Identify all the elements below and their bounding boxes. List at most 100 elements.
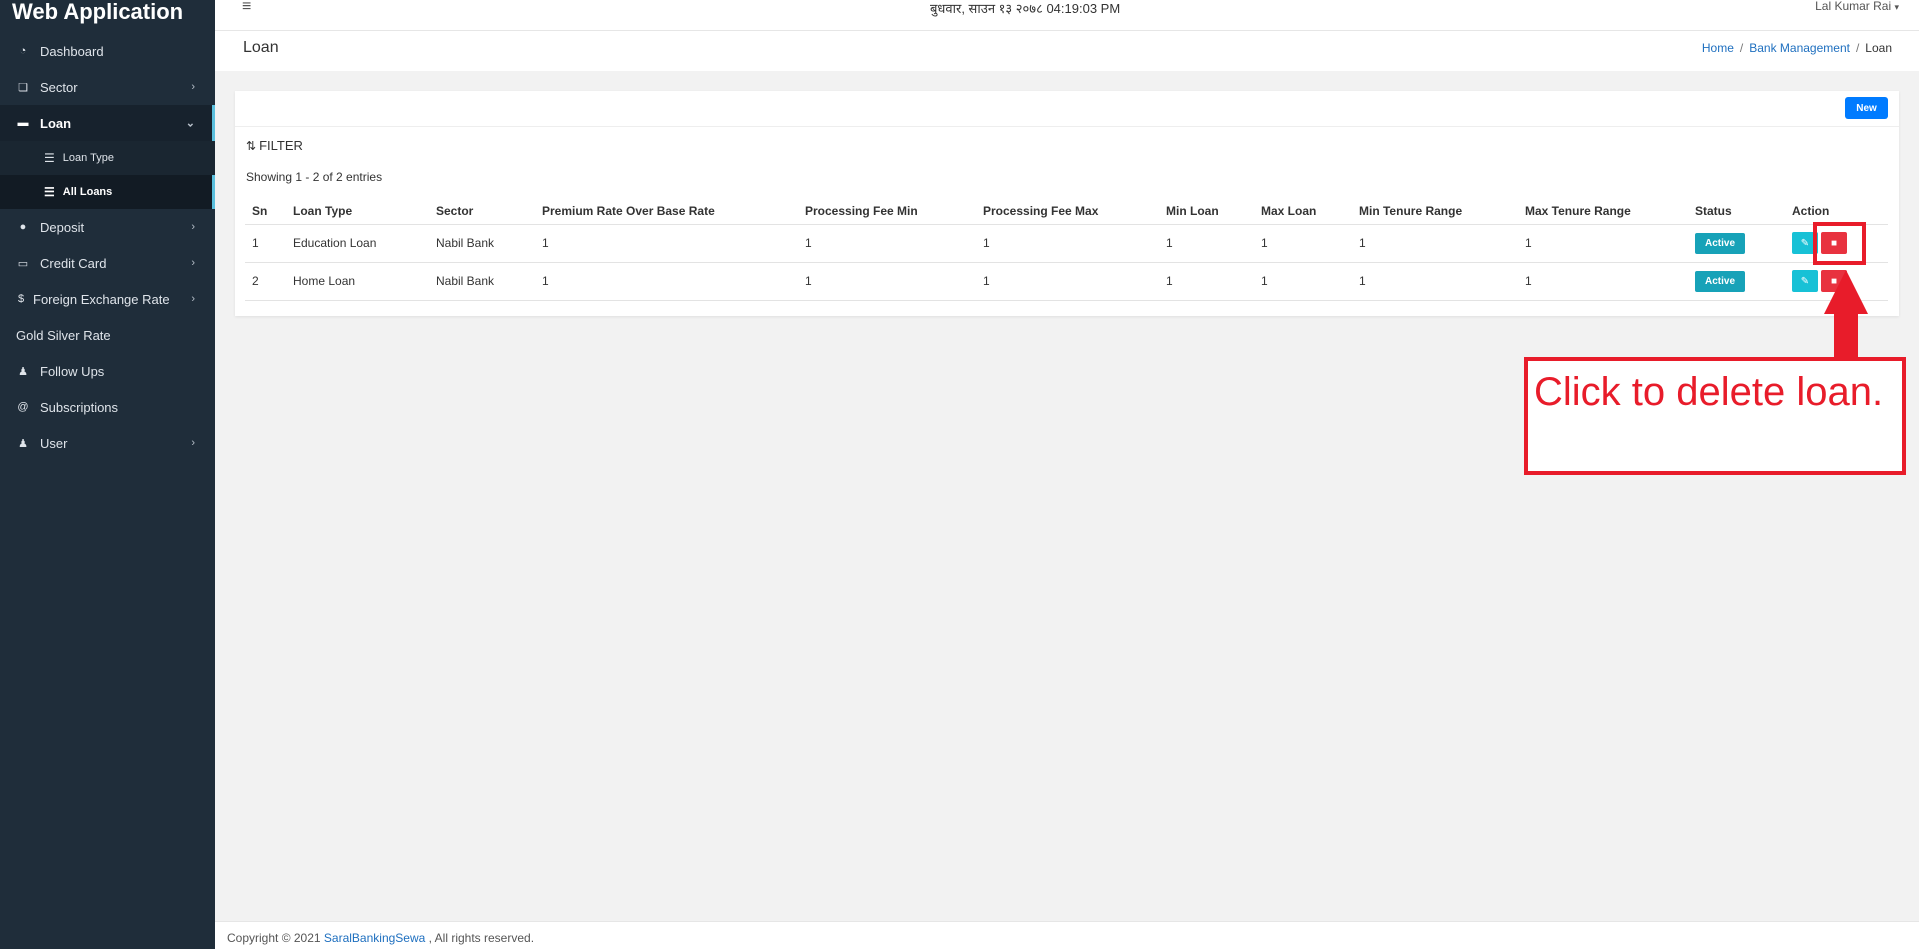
breadcrumb-bank-management[interactable]: Bank Management xyxy=(1749,41,1850,55)
table-header-row: Sn Loan Type Sector Premium Rate Over Ba… xyxy=(245,198,1888,225)
column-header[interactable]: Processing Fee Min xyxy=(798,198,976,225)
cell-min-loan: 1 xyxy=(1159,224,1254,263)
dashboard-icon: ◔ xyxy=(19,45,27,57)
column-header[interactable]: Sn xyxy=(245,198,286,225)
entries-info: Showing 1 - 2 of 2 entries xyxy=(246,170,383,184)
edit-icon: ✎ xyxy=(1800,275,1810,287)
sidebar-item-subscriptions[interactable]: @ Subscriptions xyxy=(0,389,215,425)
chevron-right-icon: › xyxy=(191,81,195,93)
breadcrumb-current: Loan xyxy=(1865,41,1892,55)
annotation-callout: Click to delete loan. xyxy=(1524,357,1906,475)
filter-label: FILTER xyxy=(259,138,303,153)
footer-company-link[interactable]: SaralBankingSewa xyxy=(324,931,425,945)
table-row: 1 Education Loan Nabil Bank 1 1 1 1 1 1 … xyxy=(245,224,1888,263)
loan-submenu: ☰ Loan Type ☰ All Loans xyxy=(0,141,215,209)
caret-down-icon: ▾ xyxy=(1894,2,1899,12)
breadcrumb-home[interactable]: Home xyxy=(1702,41,1734,55)
sidebar-item-deposit[interactable]: ● Deposit › xyxy=(0,209,215,245)
column-header[interactable]: Premium Rate Over Base Rate xyxy=(535,198,798,225)
sidebar-item-credit-card[interactable]: ▭ Credit Card › xyxy=(0,245,215,281)
sidebar-item-user[interactable]: ♟ User › xyxy=(0,425,215,461)
new-loan-button[interactable]: New xyxy=(1845,97,1888,119)
sidebar-item-follow-ups[interactable]: ♟ Follow Ups xyxy=(0,353,215,389)
edit-button[interactable]: ✎ xyxy=(1792,270,1818,292)
cell-fee-max: 1 xyxy=(976,262,1159,301)
sector-icon: ❏ xyxy=(18,81,28,94)
sidebar-item-label: Gold Silver Rate xyxy=(16,327,111,343)
cell-min-tenure: 1 xyxy=(1352,224,1518,263)
loan-icon: ▬ xyxy=(17,117,29,129)
users-icon: ♟ xyxy=(18,437,28,450)
annotation-arrow-shaft xyxy=(1834,312,1858,362)
page-title: Loan xyxy=(243,39,279,56)
sidebar-item-label: User xyxy=(40,435,68,451)
user-name: Lal Kumar Rai xyxy=(1815,0,1892,13)
sidebar-item-gold-silver[interactable]: Gold Silver Rate xyxy=(0,317,215,353)
chevron-right-icon: › xyxy=(191,257,195,269)
chevron-down-icon: ⌄ xyxy=(185,117,195,130)
rights-text: , All rights reserved. xyxy=(428,931,535,945)
filter-sort-icon: ⇅ xyxy=(246,139,257,153)
column-header[interactable]: Processing Fee Max xyxy=(976,198,1159,225)
menu-toggle-icon[interactable]: ≡ xyxy=(242,0,251,16)
footer-text: Copyright © 2021 SaralBankingSewa , All … xyxy=(227,931,534,945)
column-header[interactable]: Sector xyxy=(429,198,535,225)
copyright-text: Copyright © 2021 xyxy=(227,931,321,945)
column-header[interactable]: Status xyxy=(1688,198,1785,225)
status-badge[interactable]: Active xyxy=(1695,270,1746,292)
sidebar-item-label: Subscriptions xyxy=(40,399,119,415)
loan-list-card: New ⇅ FILTER Showing 1 - 2 of 2 entries S… xyxy=(235,91,1899,316)
table-row: 2 Home Loan Nabil Bank 1 1 1 1 1 1 1 Act… xyxy=(245,262,1888,301)
column-header[interactable]: Loan Type xyxy=(286,198,429,225)
sidebar-item-label: Credit Card xyxy=(40,255,107,271)
credit-card-icon: ▭ xyxy=(17,257,29,270)
sidebar-item-loan[interactable]: ▬ Loan ⌄ xyxy=(0,105,215,141)
breadcrumb: Home / Bank Management / Loan xyxy=(1702,41,1892,55)
sidebar-subitem-label: All Loans xyxy=(62,186,113,198)
piggy-bank-icon: ● xyxy=(19,221,27,233)
app-brand: Web Application xyxy=(12,0,184,24)
cell-sn: 2 xyxy=(245,262,286,301)
list-icon: ☰ xyxy=(44,151,55,165)
cell-fee-min: 1 xyxy=(798,262,976,301)
at-icon: @ xyxy=(17,401,29,413)
cell-loan-type: Home Loan xyxy=(286,262,429,301)
cell-fee-max: 1 xyxy=(976,224,1159,263)
sidebar-subitem-all-loans[interactable]: ☰ All Loans xyxy=(0,175,215,209)
cell-sn: 1 xyxy=(245,224,286,263)
delete-highlight-box xyxy=(1813,222,1866,265)
sidebar-subitem-label: Loan Type xyxy=(62,152,114,164)
chevron-right-icon: › xyxy=(191,221,195,233)
dollar-icon: $ xyxy=(17,293,25,305)
sidebar: Web Application ◔ Dashboard ❏ Sector › ▬… xyxy=(0,0,215,949)
cell-max-loan: 1 xyxy=(1254,262,1352,301)
sidebar-item-foreign-exchange[interactable]: $ Foreign Exchange Rate › xyxy=(0,281,215,317)
column-header[interactable]: Min Tenure Range xyxy=(1352,198,1518,225)
card-toolbar: New xyxy=(235,91,1899,127)
user-menu[interactable]: Lal Kumar Rai ▾ xyxy=(1815,0,1899,13)
chevron-right-icon: › xyxy=(191,293,195,305)
annotation-arrow-head xyxy=(1824,270,1868,314)
cell-max-tenure: 1 xyxy=(1518,262,1688,301)
sidebar-item-dashboard[interactable]: ◔ Dashboard xyxy=(0,33,215,69)
user-plus-icon: ♟ xyxy=(18,365,28,378)
sidebar-item-label: Dashboard xyxy=(40,43,104,59)
column-header[interactable]: Max Loan xyxy=(1254,198,1352,225)
status-badge[interactable]: Active xyxy=(1695,232,1746,254)
sidebar-item-label: Deposit xyxy=(40,219,85,235)
cell-status: Active xyxy=(1688,224,1785,263)
cell-min-tenure: 1 xyxy=(1352,262,1518,301)
sidebar-item-sector[interactable]: ❏ Sector › xyxy=(0,69,215,105)
cell-premium-rate: 1 xyxy=(535,224,798,263)
topbar: ≡ बुधवार, साउन १३ २०७८ 04:19:03 PM Lal K… xyxy=(215,0,1919,31)
cell-status: Active xyxy=(1688,262,1785,301)
cell-max-tenure: 1 xyxy=(1518,224,1688,263)
chevron-right-icon: › xyxy=(191,437,195,449)
column-header[interactable]: Max Tenure Range xyxy=(1518,198,1688,225)
sidebar-subitem-loan-type[interactable]: ☰ Loan Type xyxy=(0,141,215,175)
filter-toggle[interactable]: ⇅ FILTER xyxy=(246,138,303,153)
column-header[interactable]: Min Loan xyxy=(1159,198,1254,225)
cell-max-loan: 1 xyxy=(1254,224,1352,263)
cell-sector: Nabil Bank xyxy=(429,224,535,263)
breadcrumb-separator: / xyxy=(1855,41,1860,55)
